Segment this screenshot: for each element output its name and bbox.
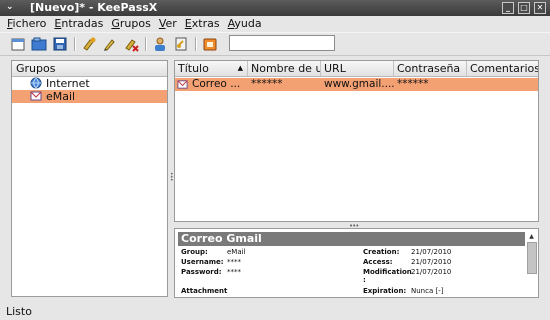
details-scrollbar[interactable]: ▲ xyxy=(527,233,537,297)
detail-label-creation: Creation: xyxy=(363,248,400,256)
detail-value-password: **** xyxy=(227,268,241,276)
column-header-username[interactable]: Nombre de us xyxy=(248,61,321,76)
menu-ver[interactable]: Ver xyxy=(155,16,181,32)
detail-value-group: eMail xyxy=(227,248,246,256)
edit-entry-icon[interactable] xyxy=(102,36,118,52)
details-title: Correo Gmail xyxy=(178,232,525,246)
detail-label-expiration: Expiration: xyxy=(363,287,407,295)
envelope-icon xyxy=(177,79,188,90)
table-row[interactable]: Correo ... ****** www.gmail.... ****** xyxy=(175,78,538,91)
detail-label-access: Access: xyxy=(363,258,393,266)
menu-entradas[interactable]: Entradas xyxy=(50,16,107,32)
detail-value-modification: 21/07/2010 xyxy=(411,268,452,276)
close-button[interactable]: ✕ xyxy=(534,2,546,14)
table-header: Título ▲ Nombre de us URL Contraseña Come… xyxy=(175,61,538,77)
envelope-icon xyxy=(30,90,42,102)
menu-grupos[interactable]: Grupos xyxy=(107,16,154,32)
entry-details-panel: Correo Gmail Group: eMail Username: ****… xyxy=(174,228,539,298)
groups-panel: Grupos Internet eMail xyxy=(11,60,168,297)
scroll-up-icon[interactable]: ▲ xyxy=(527,233,536,240)
cell-comment xyxy=(467,78,538,91)
group-label: Internet xyxy=(46,77,90,90)
toolbar-separator xyxy=(145,37,147,51)
entries-table: Título ▲ Nombre de us URL Contraseña Come… xyxy=(174,60,539,222)
lock-workspace-icon[interactable] xyxy=(202,36,218,52)
window-controls: _ □ ✕ xyxy=(502,2,546,14)
detail-label-password: Password: xyxy=(181,268,222,276)
detail-label-modification: Modification xyxy=(363,268,412,276)
group-label: eMail xyxy=(46,90,76,103)
sort-ascending-icon: ▲ xyxy=(237,64,243,72)
menu-fichero[interactable]: Fichero xyxy=(0,16,50,32)
open-database-icon[interactable] xyxy=(31,36,47,52)
save-database-icon[interactable] xyxy=(52,36,68,52)
window-menu-icon[interactable]: ⌄ xyxy=(6,2,14,12)
minimize-button[interactable]: _ xyxy=(502,2,514,14)
menu-ayuda[interactable]: Ayuda xyxy=(224,16,266,32)
search-input[interactable] xyxy=(229,35,335,51)
column-header-url[interactable]: URL xyxy=(321,61,394,76)
add-entry-icon[interactable] xyxy=(81,36,97,52)
groups-header[interactable]: Grupos xyxy=(12,61,167,77)
toolbar xyxy=(0,32,550,56)
copy-password-icon[interactable] xyxy=(173,36,189,52)
delete-entry-icon[interactable] xyxy=(123,36,139,52)
column-header-comments[interactable]: Comentarios xyxy=(467,61,538,76)
cell-password: ****** xyxy=(397,78,429,90)
toolbar-separator xyxy=(195,37,197,51)
detail-value-creation: 21/07/2010 xyxy=(411,248,452,256)
column-header-password[interactable]: Contraseña xyxy=(394,61,467,76)
panel-splitter-vertical[interactable]: • • • xyxy=(170,172,174,184)
detail-value-expiration: Nunca [-] xyxy=(411,287,444,295)
globe-icon xyxy=(30,77,42,89)
window-title: [Nuevo]* - KeePassX xyxy=(30,1,158,14)
detail-value-username: **** xyxy=(227,258,241,266)
copy-username-icon[interactable] xyxy=(152,36,168,52)
column-header-title[interactable]: Título ▲ xyxy=(175,61,248,76)
maximize-button[interactable]: □ xyxy=(518,2,530,14)
detail-label-username: Username: xyxy=(181,258,224,266)
group-item-email[interactable]: eMail xyxy=(12,90,167,103)
cell-url: www.gmail.... xyxy=(324,78,394,90)
detail-label-modification-colon: : xyxy=(363,276,366,284)
menu-bar: Fichero Entradas Grupos Ver Extras Ayuda xyxy=(0,16,550,32)
cell-title: Correo ... xyxy=(175,78,248,91)
toolbar-separator xyxy=(74,37,76,51)
detail-label-attachment: Attachment xyxy=(181,287,228,295)
detail-value-access: 21/07/2010 xyxy=(411,258,452,266)
cell-username: ****** xyxy=(251,78,283,90)
scrollbar-thumb[interactable] xyxy=(527,242,537,274)
group-item-internet[interactable]: Internet xyxy=(12,77,167,90)
menu-extras[interactable]: Extras xyxy=(181,16,224,32)
detail-label-group: Group: xyxy=(181,248,208,256)
status-bar-text: Listo xyxy=(6,305,32,318)
window-titlebar[interactable]: ⌄ [Nuevo]* - KeePassX _ □ ✕ xyxy=(0,0,550,16)
new-database-icon[interactable] xyxy=(10,36,26,52)
